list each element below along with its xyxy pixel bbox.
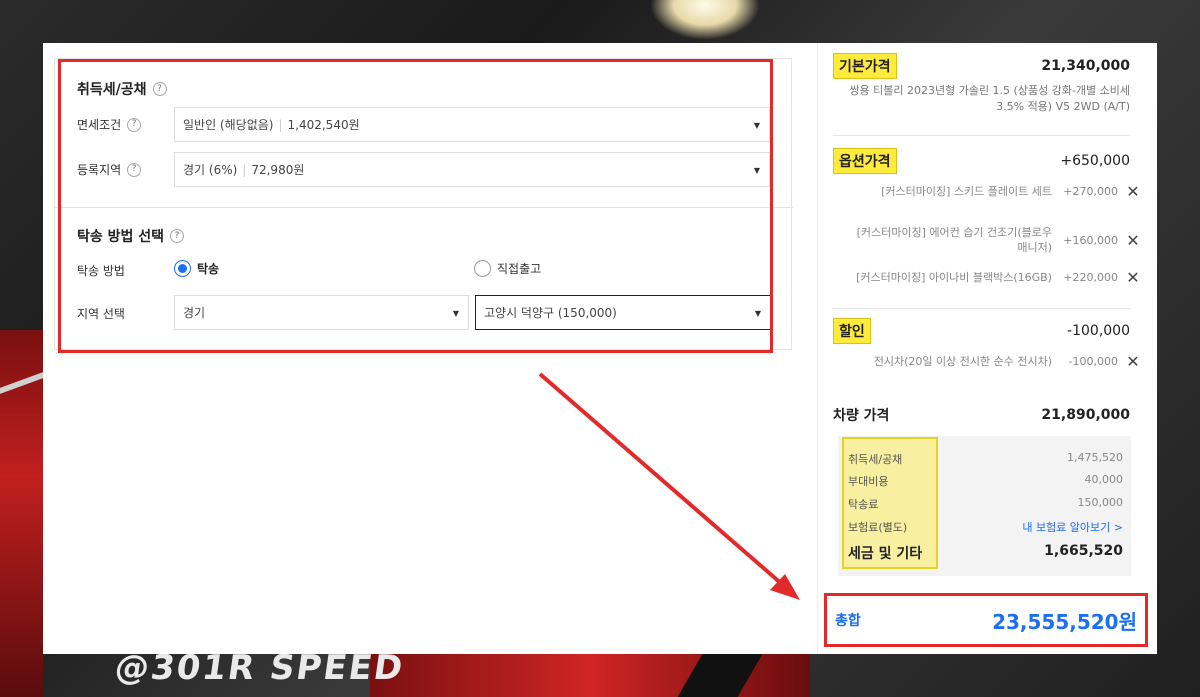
help-icon[interactable]: ? xyxy=(127,162,142,177)
vehicle-price-row: 차량 가격 21,890,000 xyxy=(833,405,1130,425)
discount-item-name: 전시차(20일 이상 전시한 순수 전시차) xyxy=(873,355,1052,368)
option-item: [커스터마이징] 아이나비 블랙박스(16GB) +220,000 ✕ xyxy=(838,268,1140,287)
help-icon[interactable]: ? xyxy=(170,229,185,243)
delivery-method-label-text: 탁송 방법 xyxy=(77,264,125,278)
city-value: 고양시 덕양구 (150,000) xyxy=(484,306,617,320)
radio-unselected-icon[interactable] xyxy=(474,260,491,277)
option-item: [커스터마이징] 에어컨 습기 건조기(블로우 매니저) +160,000 ✕ xyxy=(838,225,1140,255)
vehicle-price-value: 21,890,000 xyxy=(1041,407,1130,423)
radio-direct-pickup-label: 직접출고 xyxy=(497,262,542,276)
option-item: [커스터마이징] 스키드 플레이트 세트 +270,000 ✕ xyxy=(838,182,1140,201)
tax-total-row: 세금 및 기타 1,665,520 xyxy=(848,543,1123,563)
background-logo-text: @301R SPEED xyxy=(112,648,407,688)
arrow-line xyxy=(538,372,785,587)
option-item-name: [커스터마이징] 아이나비 블랙박스(16GB) xyxy=(856,271,1052,284)
exemption-amount: 1,402,540원 xyxy=(287,118,360,132)
city-select[interactable]: 고양시 덕양구 (150,000) ▼ xyxy=(475,295,771,330)
total-box: 총합 23,555,520원 xyxy=(824,593,1148,647)
tax-row-value: 150,000 xyxy=(1077,496,1124,509)
tax-row-label: 부대비용 xyxy=(848,475,889,488)
total-value: 23,555,520원 xyxy=(992,609,1137,634)
options-panel: 취득세/공채 ? 면세조건 ? 일반인 (해당없음) | 1,402,540원 … xyxy=(54,58,793,350)
area-label-text: 지역 선택 xyxy=(77,307,125,321)
arrow-head xyxy=(770,574,800,600)
tax-row-extra: 부대비용 40,000 xyxy=(848,473,1123,489)
radio-delivery[interactable]: 탁송 xyxy=(174,260,219,277)
total-label: 총합 xyxy=(835,613,861,629)
separator: | xyxy=(278,117,283,132)
tax-row-label: 보험료(별도) xyxy=(848,521,908,534)
exemption-label: 면세조건 ? xyxy=(77,116,142,133)
radio-direct-pickup[interactable]: 직접출고 xyxy=(474,260,541,277)
province-select[interactable]: 경기 ▼ xyxy=(174,295,469,330)
region-value: 경기 (6%) xyxy=(183,163,238,177)
chevron-down-icon: ▼ xyxy=(753,121,760,130)
option-price-label: 옵션가격 xyxy=(833,148,897,174)
radio-delivery-label: 탁송 xyxy=(197,262,220,276)
chevron-down-icon: ▼ xyxy=(452,309,459,318)
area-label: 지역 선택 xyxy=(77,305,125,322)
section-divider xyxy=(55,207,793,208)
discount-item-value: -100,000 xyxy=(1068,355,1118,368)
region-select[interactable]: 경기 (6%) | 72,980원 ▼ xyxy=(174,152,770,187)
price-summary-panel: 기본가격 21,340,000 쌍용 티볼리 2023년형 가솔린 1.5 (상… xyxy=(817,43,1157,654)
divider xyxy=(833,308,1130,309)
tax-row-label: 취득세/공채 xyxy=(848,453,903,466)
option-price-value: +650,000 xyxy=(1060,153,1130,169)
insurance-link[interactable]: 내 보험료 알아보기 > xyxy=(1022,519,1123,535)
tax-row-value: 40,000 xyxy=(1084,473,1124,486)
tax-row-acquisition: 취득세/공채 1,475,520 xyxy=(848,451,1123,467)
tax-row-insurance: 보험료(별도) 내 보험료 알아보기 > xyxy=(848,519,1123,535)
option-item-value: +220,000 xyxy=(1063,271,1118,284)
discount-row: 할인 -100,000 xyxy=(833,318,1130,344)
base-price-label: 기본가격 xyxy=(833,53,897,79)
base-price-value: 21,340,000 xyxy=(1041,58,1130,74)
chevron-down-icon: ▼ xyxy=(754,309,761,318)
tax-section-title: 취득세/공채 ? xyxy=(77,79,167,99)
option-price-row: 옵션가격 +650,000 xyxy=(833,148,1130,174)
option-item-value: +270,000 xyxy=(1063,185,1118,198)
discount-item: 전시차(20일 이상 전시한 순수 전시차) -100,000 ✕ xyxy=(838,352,1140,371)
delivery-method-label: 탁송 방법 xyxy=(77,262,125,279)
exemption-label-text: 면세조건 xyxy=(77,118,122,132)
discount-value: -100,000 xyxy=(1067,323,1130,339)
region-amount: 72,980원 xyxy=(251,163,305,177)
option-item-value: +160,000 xyxy=(1063,233,1118,247)
tax-row-delivery: 탁송료 150,000 xyxy=(848,496,1123,512)
region-label-text: 등록지역 xyxy=(77,163,122,177)
delivery-section-title: 탁송 방법 선택 ? xyxy=(77,226,185,246)
exemption-value: 일반인 (해당없음) xyxy=(183,118,274,132)
option-item-name: [커스터마이징] 스키드 플레이트 세트 xyxy=(881,185,1052,198)
divider xyxy=(833,135,1130,136)
background-light xyxy=(650,0,760,40)
tax-section-title-text: 취득세/공채 xyxy=(77,82,147,98)
help-icon[interactable]: ? xyxy=(127,117,142,132)
help-icon[interactable]: ? xyxy=(152,82,167,96)
region-label: 등록지역 ? xyxy=(77,161,142,178)
tax-row-label: 탁송료 xyxy=(848,498,879,511)
price-calculator-sheet: 취득세/공채 ? 면세조건 ? 일반인 (해당없음) | 1,402,540원 … xyxy=(43,43,1157,654)
option-item-name: [커스터마이징] 에어컨 습기 건조기(블로우 매니저) xyxy=(856,226,1052,254)
tax-total-value: 1,665,520 xyxy=(1044,543,1123,559)
base-price-description: 쌍용 티볼리 2023년형 가솔린 1.5 (상품성 강화-개별 소비세 3.5… xyxy=(849,84,1130,113)
chevron-down-icon: ▼ xyxy=(753,166,760,175)
close-icon[interactable]: ✕ xyxy=(1126,231,1140,250)
radio-selected-icon[interactable] xyxy=(174,260,191,277)
discount-label: 할인 xyxy=(833,318,871,344)
exemption-select[interactable]: 일반인 (해당없음) | 1,402,540원 ▼ xyxy=(174,107,770,142)
vehicle-price-label: 차량 가격 xyxy=(833,408,890,424)
delivery-section-title-text: 탁송 방법 선택 xyxy=(77,229,165,245)
separator: | xyxy=(242,162,247,177)
tax-total-label: 세금 및 기타 xyxy=(848,546,923,562)
province-value: 경기 xyxy=(183,306,206,320)
tax-row-value: 1,475,520 xyxy=(1067,451,1123,464)
base-price-row: 기본가격 21,340,000 xyxy=(833,53,1130,79)
close-icon[interactable]: ✕ xyxy=(1126,182,1140,201)
close-icon[interactable]: ✕ xyxy=(1126,352,1140,371)
close-icon[interactable]: ✕ xyxy=(1126,268,1140,287)
